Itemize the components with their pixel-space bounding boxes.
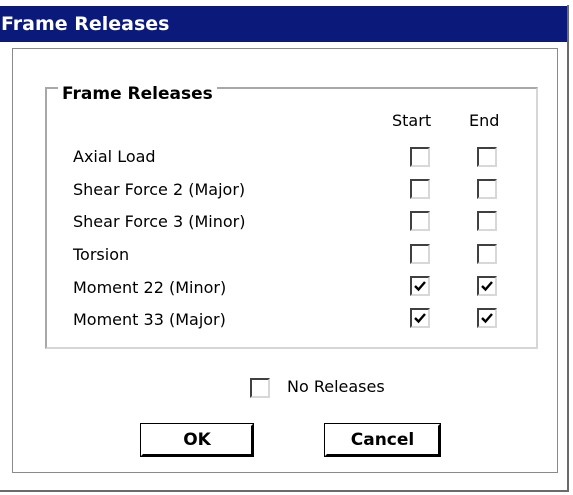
shear-force-3-start-checkbox[interactable] [410,211,430,231]
group-legend: Frame Releases [58,84,217,104]
axial-load-start-checkbox[interactable] [410,147,430,167]
torsion-end-checkbox[interactable] [477,244,497,264]
shear-force-3-end-checkbox[interactable] [477,211,497,231]
checkmark-icon [481,281,493,292]
moment-33-end-checkbox[interactable] [477,308,497,328]
axial-load-end-checkbox[interactable] [477,147,497,167]
row-label-shear-force-3: Shear Force 3 (Minor) [73,212,246,231]
row-label-moment-22: Moment 22 (Minor) [73,278,227,297]
column-header-start: Start [392,111,432,130]
row-label-shear-force-2: Shear Force 2 (Major) [73,180,246,199]
moment-22-start-checkbox[interactable] [410,276,430,296]
row-label-moment-33: Moment 33 (Major) [73,310,226,329]
moment-33-start-checkbox[interactable] [410,308,430,328]
no-releases-label: No Releases [287,377,385,396]
ok-button[interactable]: OK [140,423,254,457]
dialog-title: Frame Releases [0,6,567,42]
checkmark-icon [414,281,426,292]
row-label-axial-load: Axial Load [73,147,156,166]
no-releases-checkbox[interactable] [250,378,270,398]
shear-force-2-start-checkbox[interactable] [410,179,430,199]
shear-force-2-end-checkbox[interactable] [477,179,497,199]
moment-22-end-checkbox[interactable] [477,276,497,296]
row-label-torsion: Torsion [73,245,130,264]
torsion-start-checkbox[interactable] [410,244,430,264]
cancel-button[interactable]: Cancel [324,423,441,457]
checkmark-icon [414,313,426,324]
checkmark-icon [481,313,493,324]
column-header-end: End [469,111,500,130]
